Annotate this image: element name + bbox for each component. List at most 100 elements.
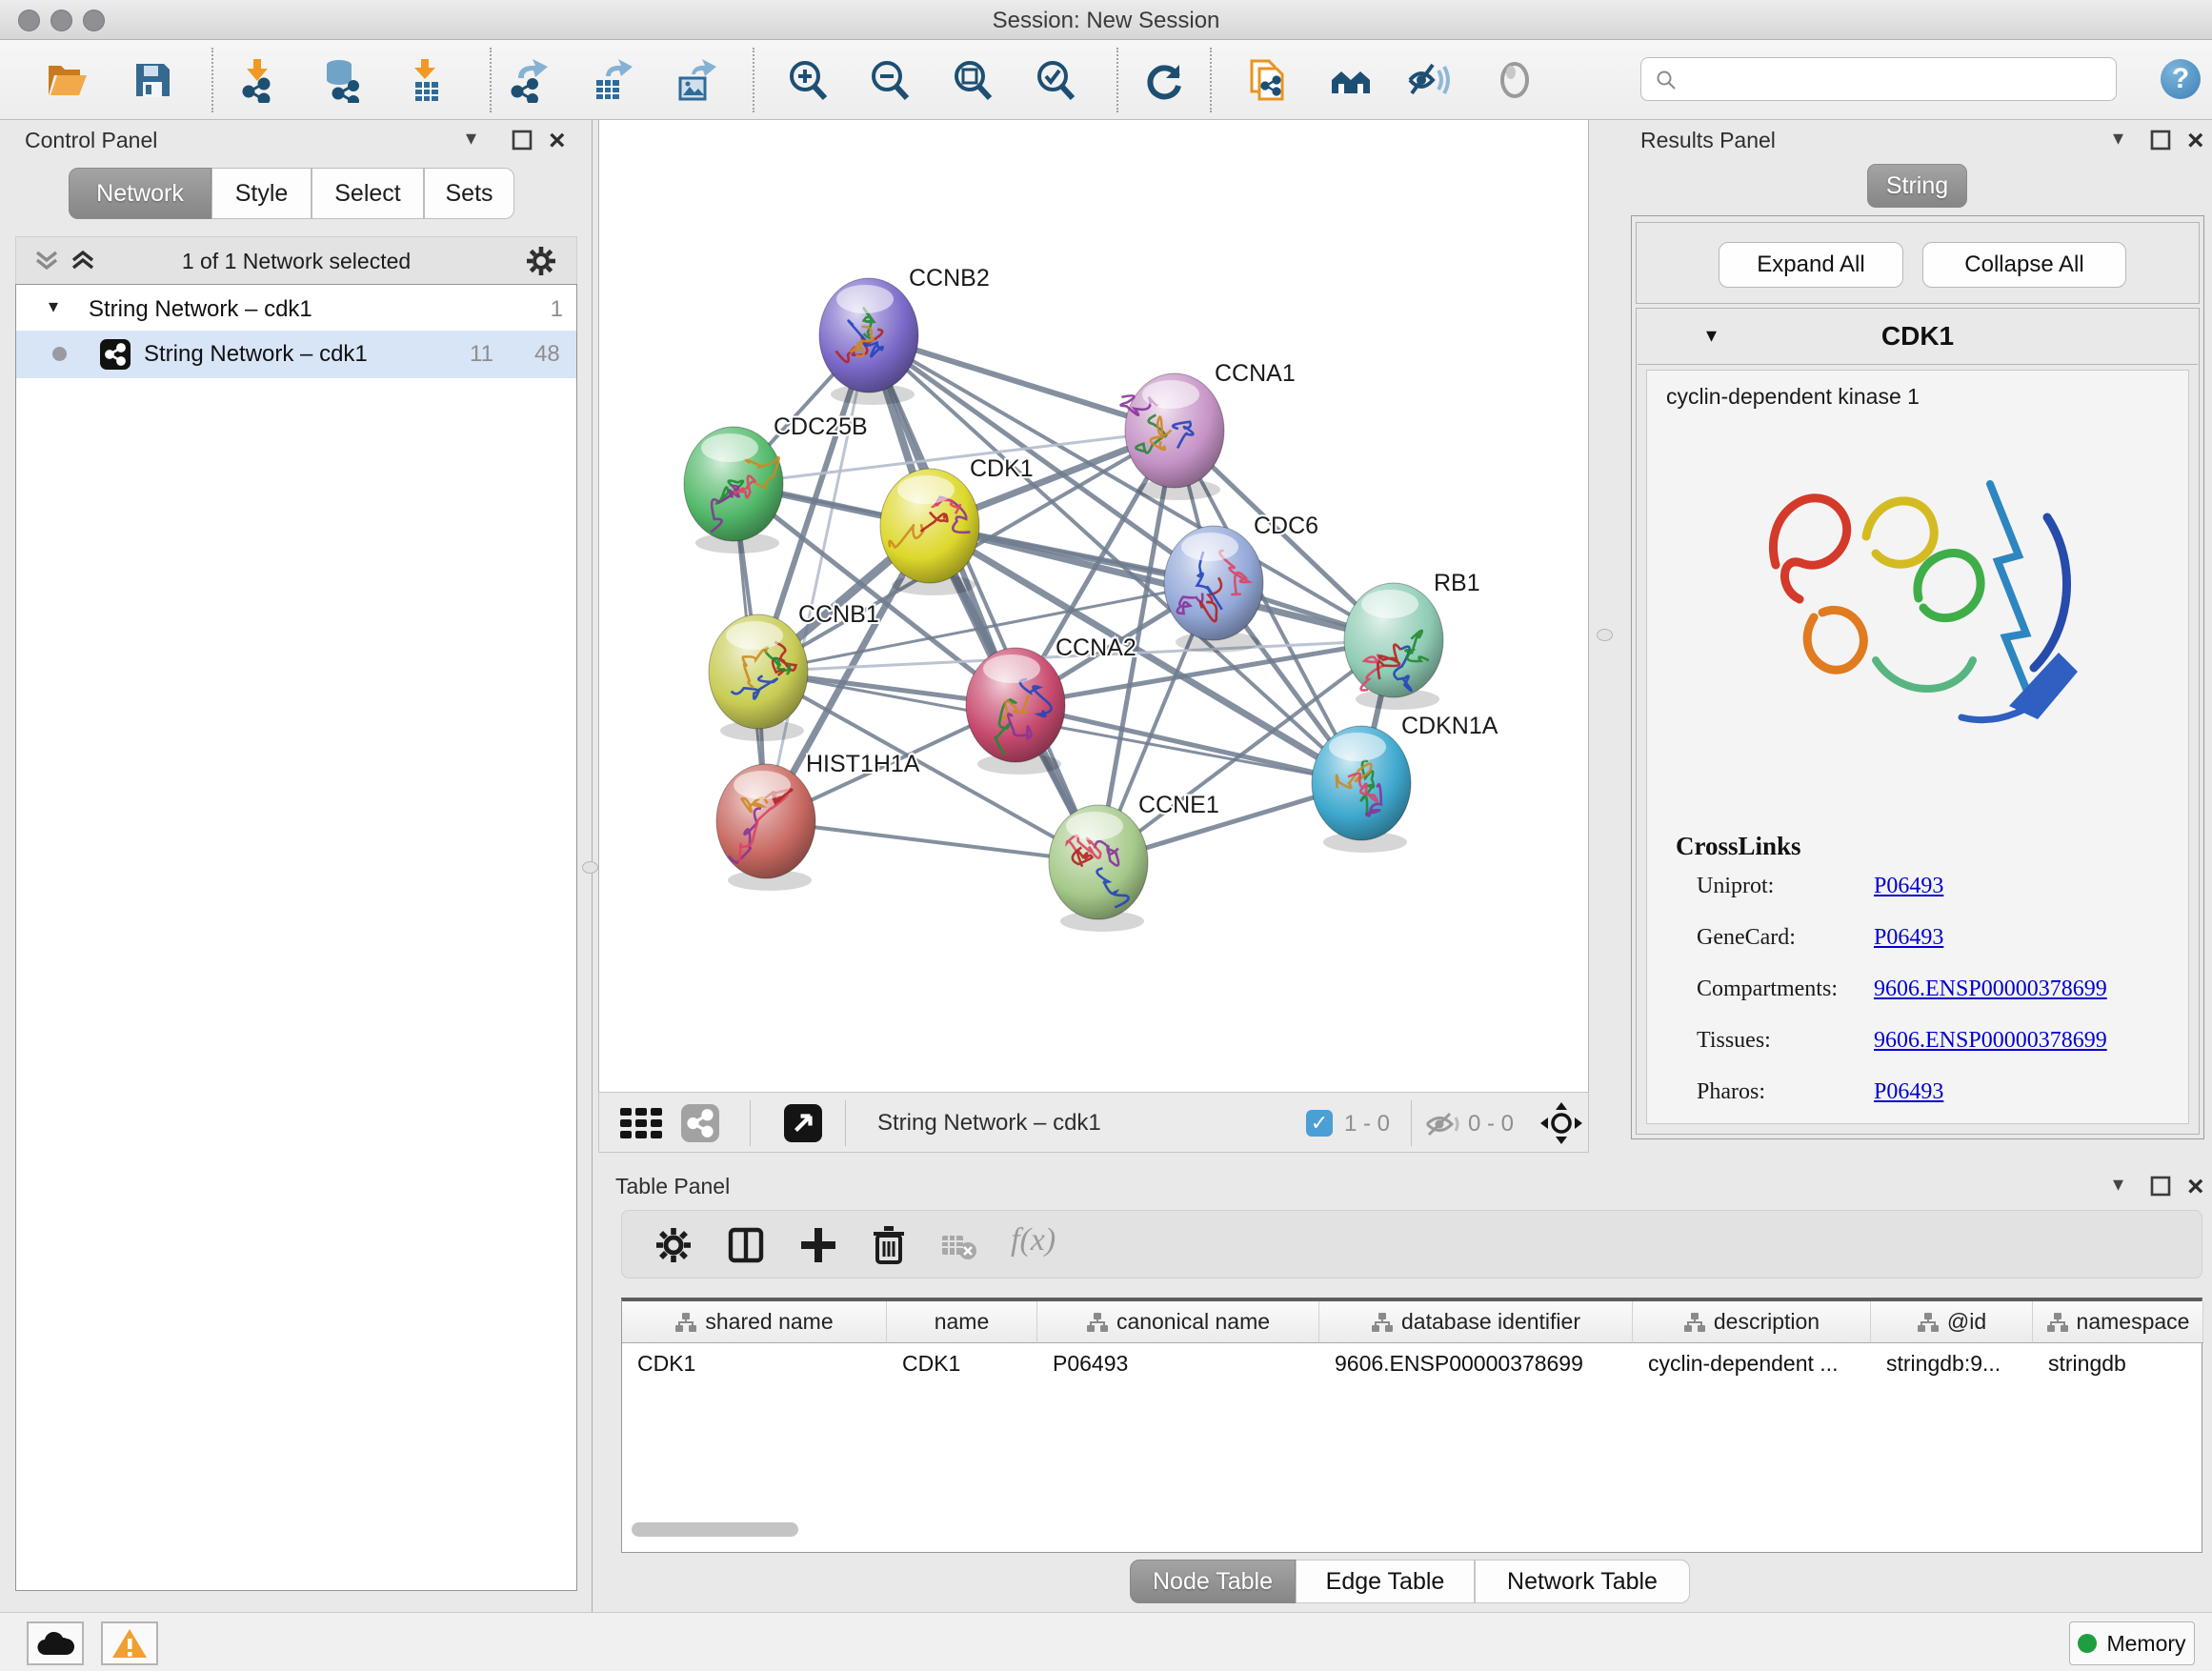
first-neighbors-icon[interactable] xyxy=(1141,57,1187,103)
search-input[interactable] xyxy=(1640,57,2117,101)
clone-network-icon[interactable] xyxy=(1246,57,1292,103)
table-cell[interactable]: stringdb xyxy=(2048,1351,2200,1377)
left-splitter-handle[interactable] xyxy=(582,861,598,874)
collection-expand-icon[interactable]: ▾ xyxy=(49,294,58,318)
crosslink-value-link[interactable]: 9606.ENSP00000378699 xyxy=(1874,1028,2107,1054)
node-table[interactable]: shared namenamecanonical namedatabase id… xyxy=(621,1298,2202,1553)
node-label: HIST1H1A xyxy=(806,751,920,777)
show-columns-icon[interactable] xyxy=(725,1224,767,1266)
column-header-name[interactable]: name xyxy=(887,1301,1037,1343)
show-hidden-icon[interactable] xyxy=(1492,57,1538,103)
table-cell[interactable]: P06493 xyxy=(1053,1351,1316,1377)
cloud-status-button[interactable] xyxy=(27,1621,84,1665)
column-header-shared-name[interactable]: shared name xyxy=(622,1301,887,1343)
import-network-database-icon[interactable] xyxy=(320,57,366,103)
help-button[interactable]: ? xyxy=(2161,59,2201,99)
tab-node-table[interactable]: Node Table xyxy=(1130,1560,1296,1603)
tab-style[interactable]: Style xyxy=(211,168,312,219)
add-column-icon[interactable] xyxy=(797,1224,839,1266)
float-panel-icon[interactable] xyxy=(512,130,533,151)
network-row-selected[interactable]: String Network – cdk1 11 48 xyxy=(16,331,576,378)
fit-content-crosshair-icon[interactable] xyxy=(1540,1102,1582,1144)
attribute-type-icon xyxy=(674,1312,697,1333)
export-image-icon[interactable] xyxy=(673,57,718,103)
close-panel-icon[interactable]: × xyxy=(2187,1178,2204,1197)
table-horizontal-scrollbar[interactable] xyxy=(632,1522,798,1537)
save-session-icon[interactable] xyxy=(130,57,175,103)
network-status-dot xyxy=(52,347,67,361)
table-gear-icon[interactable] xyxy=(653,1224,694,1266)
gene-header[interactable]: ▾ CDK1 xyxy=(1638,310,2198,365)
zoom-out-icon[interactable] xyxy=(867,57,913,103)
panel-menu-icon[interactable]: ▾ xyxy=(2113,1172,2123,1197)
float-panel-icon[interactable] xyxy=(2150,1176,2171,1197)
table-cell[interactable]: stringdb:9... xyxy=(1886,1351,2029,1377)
network-node-HIST1H1A[interactable]: HIST1H1A xyxy=(716,751,920,891)
right-splitter-handle[interactable] xyxy=(1597,629,1613,641)
network-collection-row[interactable]: ▾ String Network – cdk1 1 xyxy=(16,289,576,331)
zoom-selected-icon[interactable] xyxy=(1033,57,1078,103)
birdseye-view-icon[interactable] xyxy=(784,1104,822,1142)
crosslink-value-link[interactable]: P06493 xyxy=(1874,874,1943,899)
column-header-database-identifier[interactable]: database identifier xyxy=(1319,1301,1633,1343)
warning-status-button[interactable] xyxy=(101,1621,158,1665)
memory-button[interactable]: Memory xyxy=(2069,1621,2195,1665)
export-network-icon[interactable] xyxy=(507,57,553,103)
collapse-all-button[interactable]: Collapse All xyxy=(1922,242,2126,288)
gene-details: cyclin-dependent kinase 1 CrossLinks xyxy=(1646,370,2189,1124)
network-node-RB1[interactable]: RB1 xyxy=(1344,570,1480,710)
hide-selected-icon[interactable] xyxy=(1406,57,1452,103)
float-panel-icon[interactable] xyxy=(2150,130,2171,151)
zoom-fit-icon[interactable] xyxy=(950,57,995,103)
export-table-icon[interactable] xyxy=(589,57,634,103)
close-panel-icon[interactable]: × xyxy=(2187,131,2204,151)
network-node-CCNB1[interactable]: CCNB1 xyxy=(709,601,879,741)
panel-menu-icon[interactable]: ▾ xyxy=(466,126,476,151)
crosslink-value-link[interactable]: P06493 xyxy=(1874,1079,1943,1105)
crosslink-value-link[interactable]: P06493 xyxy=(1874,925,1943,951)
gear-icon[interactable] xyxy=(525,245,557,277)
protein-structure-image xyxy=(1723,413,2114,794)
table-cell[interactable]: cyclin-dependent ... xyxy=(1648,1351,1867,1377)
network-node-CDC25B[interactable]: CDC25B xyxy=(684,413,868,554)
node-label: CDK1 xyxy=(970,455,1034,482)
network-edge[interactable] xyxy=(869,335,1098,862)
tab-edge-table[interactable]: Edge Table xyxy=(1296,1560,1475,1603)
import-network-file-icon[interactable] xyxy=(236,57,282,103)
column-header-description[interactable]: description xyxy=(1633,1301,1871,1343)
table-cell[interactable]: 9606.ENSP00000378699 xyxy=(1335,1351,1629,1377)
network-node-CCNB2[interactable]: CCNB2 xyxy=(819,265,990,405)
crosslink-value-link[interactable]: 9606.ENSP00000378699 xyxy=(1874,976,2107,1002)
crosslink-label: Tissues: xyxy=(1697,1028,1771,1053)
open-session-icon[interactable] xyxy=(44,57,90,103)
delete-table-icon xyxy=(940,1228,976,1264)
selected-checkbox-icon[interactable]: ✓ xyxy=(1306,1110,1333,1137)
column-header-canonical-name[interactable]: canonical name xyxy=(1037,1301,1319,1343)
toolbar-separator xyxy=(490,48,492,112)
panel-menu-icon[interactable]: ▾ xyxy=(2113,126,2123,151)
network-canvas[interactable]: CCNB2CCNA1CDC25BCDK1CDC6RB1CCNB1CCNA2CDK… xyxy=(598,120,1589,1092)
zoom-in-icon[interactable] xyxy=(785,57,831,103)
network-node-CCNE1[interactable]: CCNE1 xyxy=(1049,792,1219,932)
tab-select[interactable]: Select xyxy=(312,168,424,219)
selected-node-edge-count: 1 - 0 xyxy=(1344,1111,1390,1137)
tab-network-table[interactable]: Network Table xyxy=(1475,1560,1690,1603)
tab-network[interactable]: Network xyxy=(69,168,211,219)
network-view-icon[interactable] xyxy=(681,1104,719,1142)
gene-symbol: CDK1 xyxy=(1638,321,2198,352)
table-cell[interactable]: CDK1 xyxy=(637,1351,883,1377)
network-node-CDKN1A[interactable]: CDKN1A xyxy=(1312,713,1498,853)
delete-column-icon[interactable] xyxy=(868,1224,910,1266)
close-panel-icon[interactable]: × xyxy=(549,131,566,151)
tab-sets[interactable]: Sets xyxy=(424,168,514,219)
table-cell[interactable]: CDK1 xyxy=(902,1351,1034,1377)
network-edge[interactable] xyxy=(766,821,1098,862)
tab-string[interactable]: String xyxy=(1867,164,1967,208)
show-all-nodes-icon[interactable] xyxy=(1328,57,1374,103)
import-table-icon[interactable] xyxy=(404,57,450,103)
expand-all-button[interactable]: Expand All xyxy=(1719,242,1903,288)
attribute-type-icon xyxy=(1917,1312,1940,1333)
column-header-@id[interactable]: @id xyxy=(1871,1301,2033,1343)
column-header-namespace[interactable]: namespace xyxy=(2033,1301,2203,1343)
grid-view-icon[interactable] xyxy=(620,1108,666,1140)
